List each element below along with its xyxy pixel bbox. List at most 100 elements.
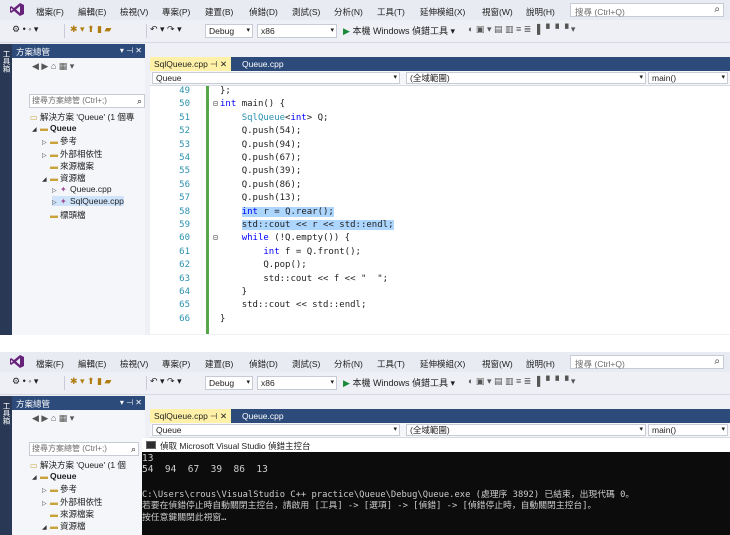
tree-item[interactable]: ▷ ▬ 外部相依性 — [42, 148, 103, 160]
menu-item[interactable]: 專案(P) — [162, 358, 190, 370]
tree-item[interactable]: ▷ ▬ 參考 — [42, 135, 77, 147]
tree-item[interactable]: ▷ ✦ Queue.cpp — [52, 184, 112, 194]
expand-arrow-icon[interactable]: ▷ — [52, 187, 60, 194]
menu-item[interactable]: 檔案(F) — [36, 6, 64, 18]
tree-item[interactable]: ◢ ▬ Queue — [32, 123, 76, 133]
tab-queue-cpp[interactable]: Queue.cpp — [242, 57, 284, 71]
code-line[interactable]: 59 std::cout << r << std::endl; — [150, 220, 730, 233]
tab-sqlqueue-cpp[interactable]: SqlQueue.cpp ⊣ ✕ — [150, 57, 232, 71]
project-dropdown[interactable]: Queue ▾ — [152, 424, 400, 436]
menu-item[interactable]: 工具(T) — [377, 6, 405, 18]
member-dropdown[interactable]: main() ▾ — [648, 424, 728, 436]
menu-item[interactable]: 建置(B) — [205, 6, 233, 18]
tab-controls[interactable]: ⊣ ✕ — [210, 411, 227, 421]
run-debugger-button[interactable]: ▶ 本機 Windows 偵錯工具 ▾ — [343, 24, 455, 38]
scope-dropdown[interactable]: (全域範圍) ▾ — [406, 72, 646, 84]
toolbox-dock[interactable]: 工具箱 — [0, 44, 12, 335]
menu-item[interactable]: 編輯(E) — [78, 358, 106, 370]
expand-arrow-icon[interactable]: ◢ — [32, 126, 40, 133]
run-debugger-button[interactable]: ▶ 本機 Windows 偵錯工具 ▾ — [343, 376, 455, 390]
solution-config-dropdown[interactable]: Debug ▾ — [205, 376, 253, 390]
expand-arrow-icon[interactable]: ▷ — [52, 199, 60, 206]
expand-arrow-icon[interactable]: ▷ — [42, 152, 50, 159]
debug-console[interactable]: 13 54 94 67 39 86 13 C:\Users\crous\Visual… — [142, 452, 730, 535]
back-forward-icons[interactable]: ⚙ • ◦ ▾ — [12, 24, 38, 38]
code-line[interactable]: 65 std::cout << std::endl; — [150, 300, 730, 313]
scope-dropdown[interactable]: (全域範圍) ▾ — [406, 424, 646, 436]
tree-item[interactable]: ◢ ▬ 資源檔 — [42, 172, 86, 184]
project-dropdown[interactable]: Queue ▾ — [152, 72, 400, 84]
tab-controls[interactable]: ⊣ ✕ — [210, 59, 227, 69]
misc-toolbar-icons[interactable]: ◐ ▣ ▾ ▤ ▥ ≡ ≣ ▐ ▝ ▝ ▝ ▾ — [468, 24, 575, 38]
menu-item[interactable]: 檢視(V) — [120, 6, 148, 18]
quick-search-input[interactable]: 搜尋 (Ctrl+Q) ⌕ — [570, 3, 724, 17]
pane-controls[interactable]: ▾ ⊣ ✕ — [120, 398, 142, 407]
undo-redo-icons[interactable]: ↶ ▾ ↷ ▾ — [150, 376, 182, 390]
code-line[interactable]: 53 Q.push(94); — [150, 140, 730, 153]
menu-item[interactable]: 測試(S) — [292, 358, 320, 370]
menu-item[interactable]: 檢視(V) — [120, 358, 148, 370]
expand-arrow-icon[interactable]: ◢ — [32, 474, 40, 481]
code-line[interactable]: 61 int f = Q.front(); — [150, 247, 730, 260]
menu-item[interactable]: 建置(B) — [205, 358, 233, 370]
code-line[interactable]: 50 ⊟ int main() { — [150, 99, 730, 112]
tree-item[interactable]: ▬ 來源檔案 — [42, 160, 94, 172]
code-line[interactable]: 51 SqlQueue<int> Q; — [150, 113, 730, 126]
file-icons[interactable]: ✱ ▾ ⬆ ▮ ▰ — [70, 24, 111, 38]
code-line[interactable]: 52 Q.push(54); — [150, 126, 730, 139]
menu-item[interactable]: 分析(N) — [334, 6, 363, 18]
menu-item[interactable]: 工具(T) — [377, 358, 405, 370]
expand-arrow-icon[interactable]: ▷ — [42, 139, 50, 146]
expand-arrow-icon[interactable]: ◢ — [42, 176, 50, 183]
fold-toggle-icon[interactable]: ⊟ — [213, 99, 218, 108]
code-line[interactable]: 56 Q.push(86); — [150, 180, 730, 193]
solution-search-input[interactable]: 搜尋方案總管 (Ctrl+;) ⌕ — [29, 94, 145, 108]
menu-item[interactable]: 偵錯(D) — [249, 6, 278, 18]
menu-item[interactable]: 延伸模組(X) — [420, 6, 465, 18]
solution-search-input[interactable]: 搜尋方案總管 (Ctrl+;) ⌕ — [29, 442, 139, 456]
tree-item[interactable]: ▬ 標頭檔 — [42, 209, 86, 221]
menu-item[interactable]: 專案(P) — [162, 6, 190, 18]
code-line[interactable]: 49}; — [150, 86, 730, 99]
menu-item[interactable]: 編輯(E) — [78, 6, 106, 18]
quick-search-input[interactable]: 搜尋 (Ctrl+Q) ⌕ — [570, 355, 724, 369]
tree-item[interactable]: ▷ ▬ 參考 — [42, 483, 77, 495]
menu-item[interactable]: 檔案(F) — [36, 358, 64, 370]
menu-item[interactable]: 視窗(W) — [482, 6, 513, 18]
menu-item[interactable]: 延伸模組(X) — [420, 358, 465, 370]
tab-queue-cpp[interactable]: Queue.cpp — [242, 409, 284, 423]
se-toolbar-icons[interactable]: ◀ ▶ ⌂ ▦ ▾ — [32, 413, 74, 424]
tree-item[interactable]: ▭ 解決方案 'Queue' (1 個專 — [22, 111, 134, 123]
expand-arrow-icon[interactable]: ◢ — [42, 524, 50, 531]
toolbox-dock[interactable]: 工具箱 — [0, 396, 12, 535]
code-line[interactable]: 57 Q.push(13); — [150, 193, 730, 206]
menu-item[interactable]: 說明(H) — [526, 358, 555, 370]
member-dropdown[interactable]: main() ▾ — [648, 72, 728, 84]
tree-item[interactable]: ◢ ▬ 資源檔 — [42, 520, 86, 532]
code-line[interactable]: 58 int r = Q.rear(); — [150, 206, 730, 220]
code-editor[interactable]: 49}; 50 ⊟ int main() {51 SqlQueue<int> Q; 52… — [150, 86, 730, 334]
code-line[interactable]: 63 std::cout << f << " "; — [150, 274, 730, 287]
code-line[interactable]: 55 Q.push(39); — [150, 166, 730, 179]
platform-dropdown[interactable]: x86 ▾ — [257, 24, 337, 38]
menu-item[interactable]: 說明(H) — [526, 6, 555, 18]
tree-item[interactable]: ▬ 來源檔案 — [42, 508, 94, 520]
solution-config-dropdown[interactable]: Debug ▾ — [205, 24, 253, 38]
fold-toggle-icon[interactable]: ⊟ — [213, 233, 218, 242]
code-line[interactable]: 64 } — [150, 287, 730, 300]
menu-item[interactable]: 測試(S) — [292, 6, 320, 18]
tree-item[interactable]: ▷ ▬ 外部相依性 — [42, 496, 103, 508]
menu-item[interactable]: 視窗(W) — [482, 358, 513, 370]
menu-item[interactable]: 分析(N) — [334, 358, 363, 370]
tree-item[interactable]: ▭ 解決方案 'Queue' (1 個 — [22, 459, 126, 471]
code-line[interactable]: 54 Q.push(67); — [150, 153, 730, 166]
expand-arrow-icon[interactable]: ▷ — [42, 500, 50, 507]
menu-item[interactable]: 偵錯(D) — [249, 358, 278, 370]
tree-item[interactable]: ▷ ✦ SqlQueue.cpp — [52, 196, 124, 207]
platform-dropdown[interactable]: x86 ▾ — [257, 376, 337, 390]
tree-item[interactable]: ◢ ▬ Queue — [32, 471, 76, 481]
code-line[interactable]: 62 Q.pop(); — [150, 260, 730, 273]
undo-redo-icons[interactable]: ↶ ▾ ↷ ▾ — [150, 24, 182, 38]
se-toolbar-icons[interactable]: ◀ ▶ ⌂ ▦ ▾ — [32, 61, 74, 72]
expand-arrow-icon[interactable]: ▷ — [42, 487, 50, 494]
